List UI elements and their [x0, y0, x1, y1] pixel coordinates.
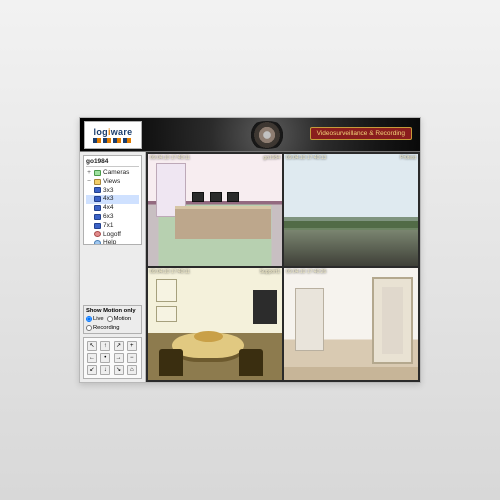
ptz-button-1[interactable]: ↑: [100, 341, 110, 351]
motion-panel: Show Motion only Live Motion Recording: [83, 305, 142, 334]
tree-item-4x4[interactable]: 4x4: [86, 204, 139, 213]
nav-tree[interactable]: go1984 +Cameras−Views3x34x34x46x37x1Logo…: [83, 155, 142, 245]
brand-logo: logiware: [84, 121, 142, 149]
tree-item-views[interactable]: −Views: [86, 178, 139, 187]
tree-item-7x1[interactable]: 7x1: [86, 222, 139, 231]
tree-root[interactable]: go1984: [86, 158, 139, 167]
camera-timestamp: 09.04.10 17:40:11: [150, 155, 190, 161]
camera-label: Pr0test: [400, 155, 416, 161]
ptz-controls: ↖↑ ↗+ ←• →− ↙↓ ↘⌂: [83, 337, 142, 379]
camera-timestamp: 09.04.10 17:40:13: [286, 155, 326, 161]
app-header: logiware Videosurveillance & Recording: [80, 118, 420, 152]
ptz-button-10[interactable]: ↘: [114, 365, 124, 375]
sidebar: go1984 +Cameras−Views3x34x34x46x37x1Logo…: [80, 152, 146, 382]
camera-label: Support1: [260, 269, 280, 275]
ptz-button-4[interactable]: ←: [87, 353, 97, 363]
ptz-button-8[interactable]: ↙: [87, 365, 97, 375]
motion-opt-recording[interactable]: Recording: [86, 325, 119, 331]
camera-timestamp: 09.04.10 17:40:26: [286, 269, 326, 275]
ptz-button-0[interactable]: ↖: [87, 341, 97, 351]
app-window: logiware Videosurveillance & Recording g…: [79, 117, 421, 383]
motion-opt-motion[interactable]: Motion: [107, 316, 131, 322]
tree-item-4x3[interactable]: 4x3: [86, 195, 139, 204]
ptz-button-11[interactable]: ⌂: [127, 365, 137, 375]
tree-item-help[interactable]: Help: [86, 239, 139, 245]
header-banner: Videosurveillance & Recording: [310, 127, 412, 140]
tree-item-cameras[interactable]: +Cameras: [86, 169, 139, 178]
camera-tile-3[interactable]: 09.04.10 17:40:11 Support1: [148, 268, 282, 380]
ptz-button-3[interactable]: +: [127, 341, 137, 351]
ptz-button-5[interactable]: •: [100, 353, 110, 363]
camera-tile-2[interactable]: 09.04.10 17:40:13 Pr0test: [284, 154, 418, 266]
tree-item-3x3[interactable]: 3x3: [86, 187, 139, 196]
ptz-button-2[interactable]: ↗: [114, 341, 124, 351]
app-body: go1984 +Cameras−Views3x34x34x46x37x1Logo…: [80, 152, 420, 382]
tree-item-6x3[interactable]: 6x3: [86, 213, 139, 222]
camera-label: go1984: [263, 155, 280, 161]
motion-title: Show Motion only: [86, 308, 139, 314]
camera-grid: 09.04.10 17:40:11 go1984 09.04.10 17:40:…: [146, 152, 420, 382]
ptz-button-6[interactable]: →: [114, 353, 124, 363]
ptz-button-9[interactable]: ↓: [100, 365, 110, 375]
motion-opt-live[interactable]: Live: [86, 316, 104, 322]
camera-timestamp: 09.04.10 17:40:11: [150, 269, 190, 275]
camera-tile-1[interactable]: 09.04.10 17:40:11 go1984: [148, 154, 282, 266]
lens-graphic: [244, 121, 290, 149]
camera-tile-4[interactable]: 09.04.10 17:40:26: [284, 268, 418, 380]
ptz-button-7[interactable]: −: [127, 353, 137, 363]
tree-item-logoff[interactable]: Logoff: [86, 231, 139, 240]
